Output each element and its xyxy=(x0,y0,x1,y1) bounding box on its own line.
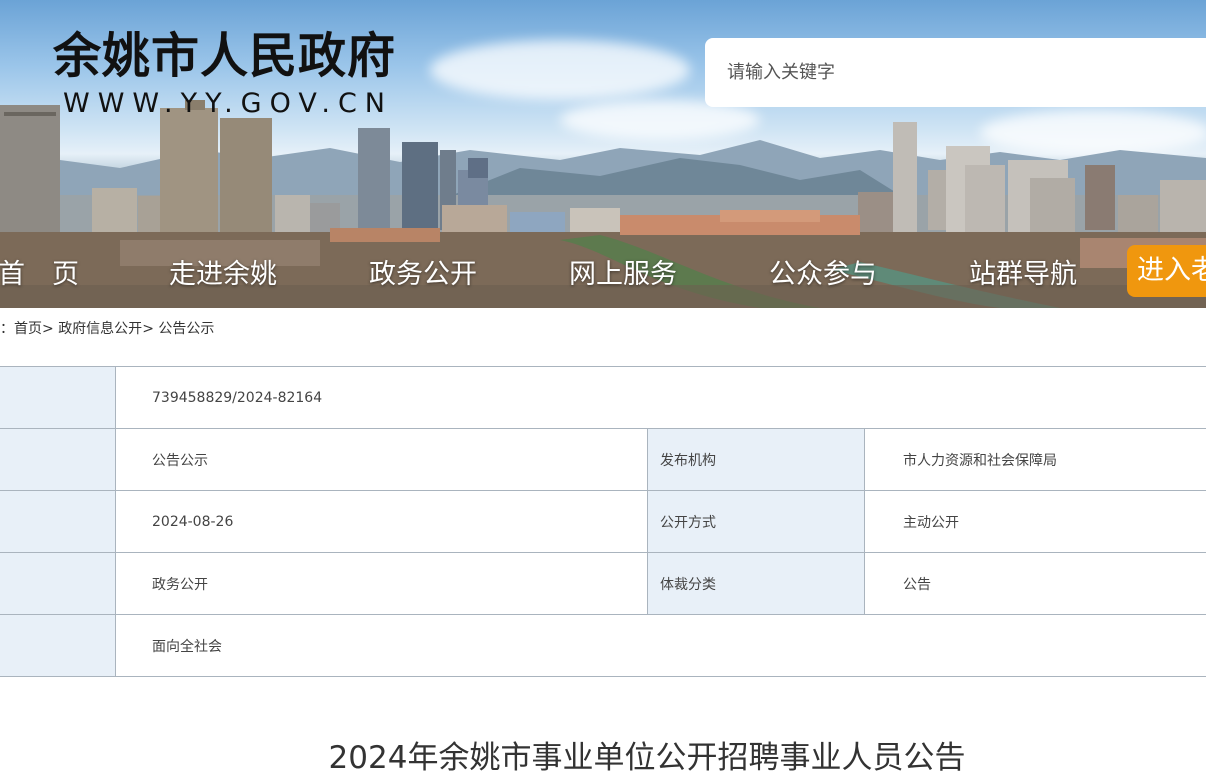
publisher-label: 发布机构 xyxy=(647,428,865,491)
main-nav: 首 页 走进余姚 政务公开 网上服务 公众参与 站群导航 xyxy=(0,232,1206,308)
breadcrumb: 置：首页> 政府信息公开> 公告公示 xyxy=(0,318,214,338)
search-input[interactable] xyxy=(705,38,1206,107)
breadcrumb-prefix: 置： xyxy=(0,321,14,337)
label-cell xyxy=(0,490,116,553)
label-cell xyxy=(0,366,116,429)
disclosure-method-value: 主动公开 xyxy=(863,490,1206,553)
genre-label: 体裁分类 xyxy=(647,552,865,615)
index-number-value: 739458829/2024-82164 xyxy=(114,366,1206,429)
nav-item-site-navigation[interactable]: 站群导航 xyxy=(969,252,1077,291)
header-banner: 余姚市人民政府 WWW.YY.GOV.CN 首 页 走进余姚 政务公开 网上服务… xyxy=(0,0,1206,308)
breadcrumb-gov-info[interactable]: 政府信息公开 xyxy=(58,321,142,337)
enter-elderly-mode-button[interactable]: 进入老 xyxy=(1127,245,1206,297)
breadcrumb-separator: > xyxy=(42,321,54,337)
site-title: 余姚市人民政府 xyxy=(53,28,397,84)
nav-item-online-services[interactable]: 网上服务 xyxy=(569,252,677,291)
category-value: 公告公示 xyxy=(115,428,648,491)
topic-value: 政务公开 xyxy=(115,552,648,615)
date-value: 2024-08-26 xyxy=(115,490,648,553)
audience-value: 面向全社会 xyxy=(114,614,1206,677)
table-row: 2024-08-26 公开方式 主动公开 xyxy=(0,490,1206,553)
label-cell xyxy=(0,614,116,677)
publisher-value: 市人力资源和社会保障局 xyxy=(863,428,1206,491)
table-row: 政务公开 体裁分类 公告 xyxy=(0,552,1206,615)
label-cell xyxy=(0,428,116,491)
table-row: 公告公示 发布机构 市人力资源和社会保障局 xyxy=(0,428,1206,491)
breadcrumb-announcements[interactable]: 公告公示 xyxy=(158,321,214,337)
breadcrumb-home[interactable]: 首页 xyxy=(14,321,42,337)
nav-item-participation[interactable]: 公众参与 xyxy=(769,252,877,291)
table-row: 739458829/2024-82164 xyxy=(0,366,1206,429)
table-row: 面向全社会 xyxy=(0,614,1206,677)
nav-item-about[interactable]: 走进余姚 xyxy=(169,252,277,291)
nav-item-gov-affairs[interactable]: 政务公开 xyxy=(369,252,477,291)
document-info-table: 739458829/2024-82164 公告公示 发布机构 市人力资源和社会保… xyxy=(0,366,1206,677)
disclosure-method-label: 公开方式 xyxy=(647,490,865,553)
article-title: 2024年余姚市事业单位公开招聘事业人员公告 xyxy=(328,740,966,776)
nav-item-home[interactable]: 首 页 xyxy=(0,252,79,291)
label-cell xyxy=(0,552,116,615)
site-url: WWW.YY.GOV.CN xyxy=(63,88,393,119)
breadcrumb-separator: > xyxy=(142,321,154,337)
genre-value: 公告 xyxy=(863,552,1206,615)
